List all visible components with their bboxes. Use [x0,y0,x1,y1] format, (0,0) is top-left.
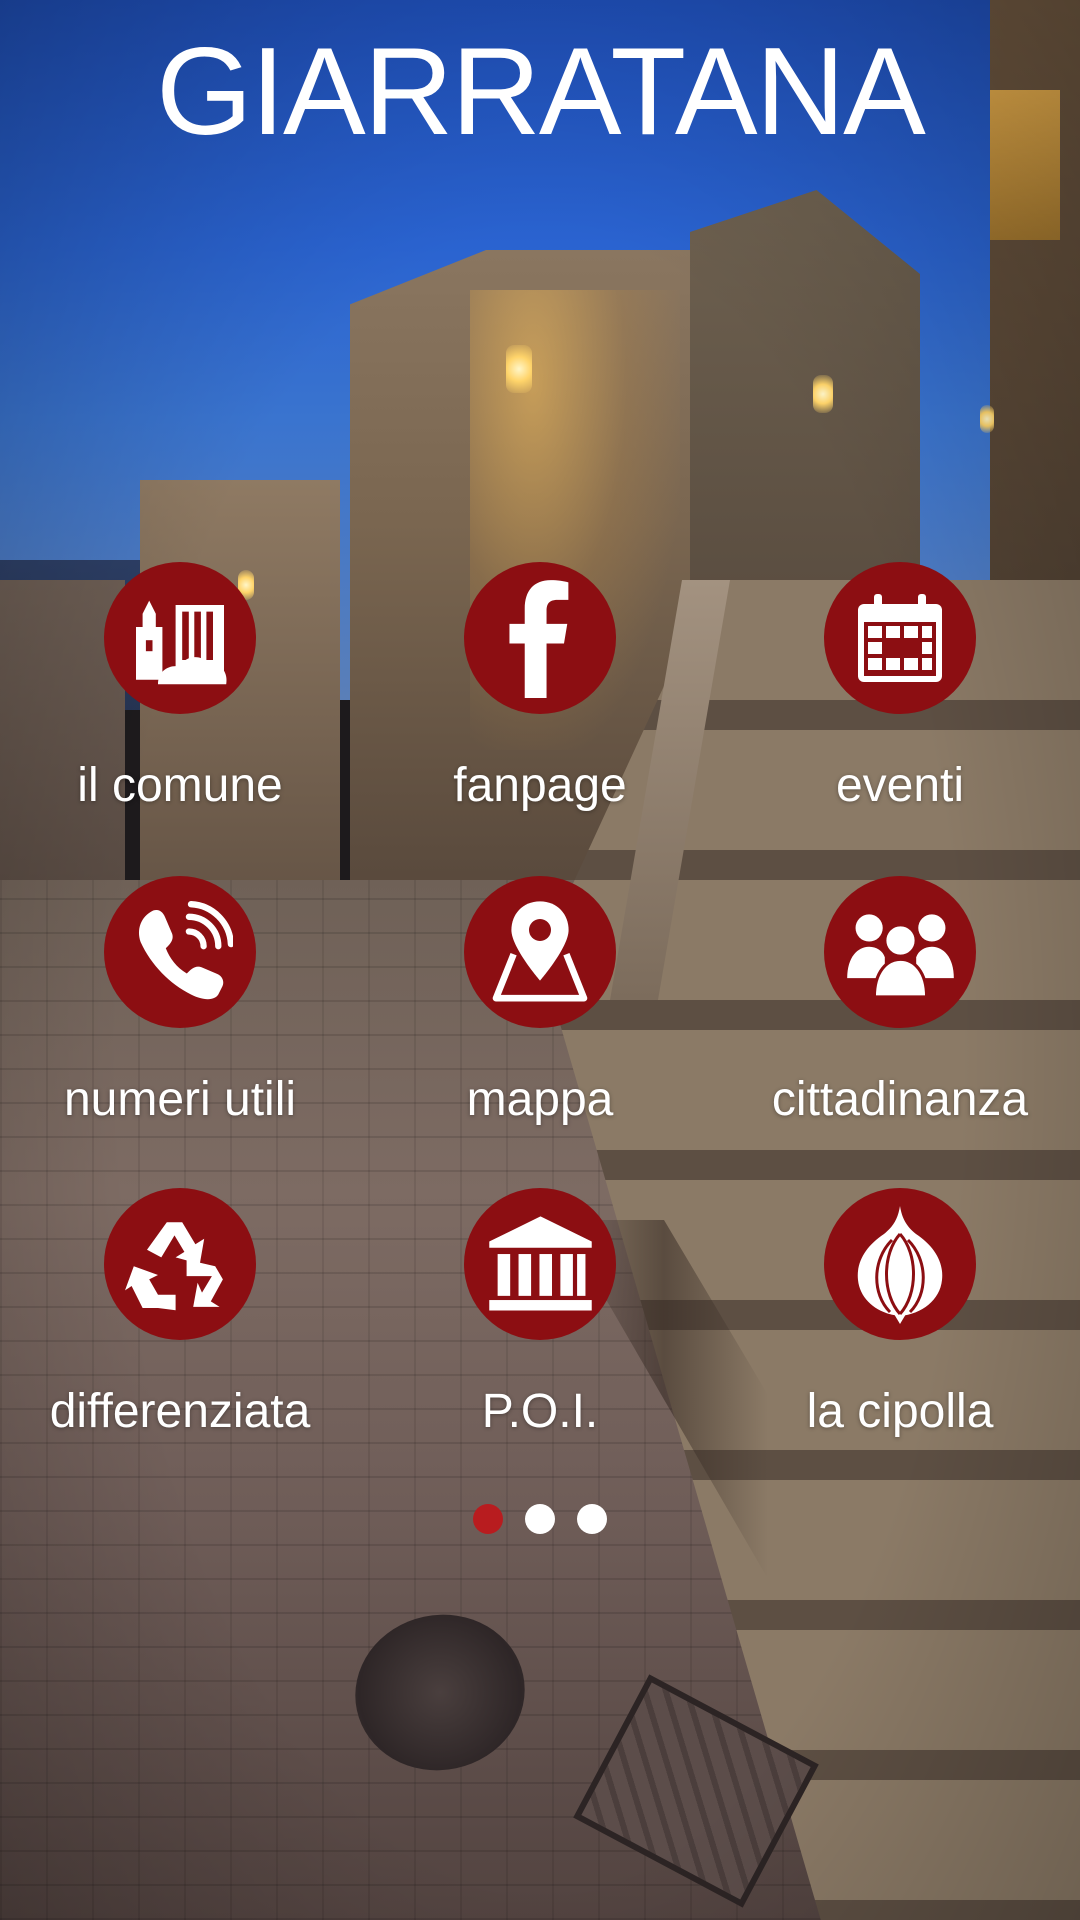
page-dot-1[interactable] [473,1504,503,1534]
menu-label: differenziata [49,1385,311,1438]
menu-item-il-comune[interactable]: il comune [0,562,360,862]
recycle-icon [125,1222,223,1311]
museum-icon [488,1215,592,1310]
menu-item-poi[interactable]: P.O.I. [360,1188,720,1488]
onion-icon [857,1206,943,1324]
map-pin-icon [492,901,588,1002]
menu-item-eventi[interactable]: eventi [720,562,1080,862]
menu-item-numeri-utili[interactable]: numeri utili [0,876,360,1176]
people-icon [846,914,954,999]
facebook-icon [509,580,569,698]
menu-label: il comune [77,759,283,812]
town-hall-icon [136,600,227,685]
menu-label: mappa [466,1073,614,1126]
menu-label: fanpage [453,759,627,812]
page-dot-2[interactable] [525,1504,555,1534]
menu-item-differenziata[interactable]: differenziata [0,1188,360,1488]
menu-label: numeri utili [63,1073,297,1126]
menu-label: la cipolla [806,1385,994,1438]
calendar-icon [858,594,942,682]
menu-item-cittadinanza[interactable]: cittadinanza [720,876,1080,1176]
menu-item-mappa[interactable]: mappa [360,876,720,1176]
page-dot-3[interactable] [577,1504,607,1534]
phone-icon [138,900,233,999]
menu-label: P.O.I. [481,1385,599,1438]
page-indicator [0,1504,1080,1536]
menu-item-fanpage[interactable]: fanpage [360,562,720,862]
menu-item-la-cipolla[interactable]: la cipolla [720,1188,1080,1488]
menu-label: cittadinanza [771,1073,1029,1126]
menu-label: eventi [835,759,965,812]
app-title: GIARRATANA [156,23,926,161]
